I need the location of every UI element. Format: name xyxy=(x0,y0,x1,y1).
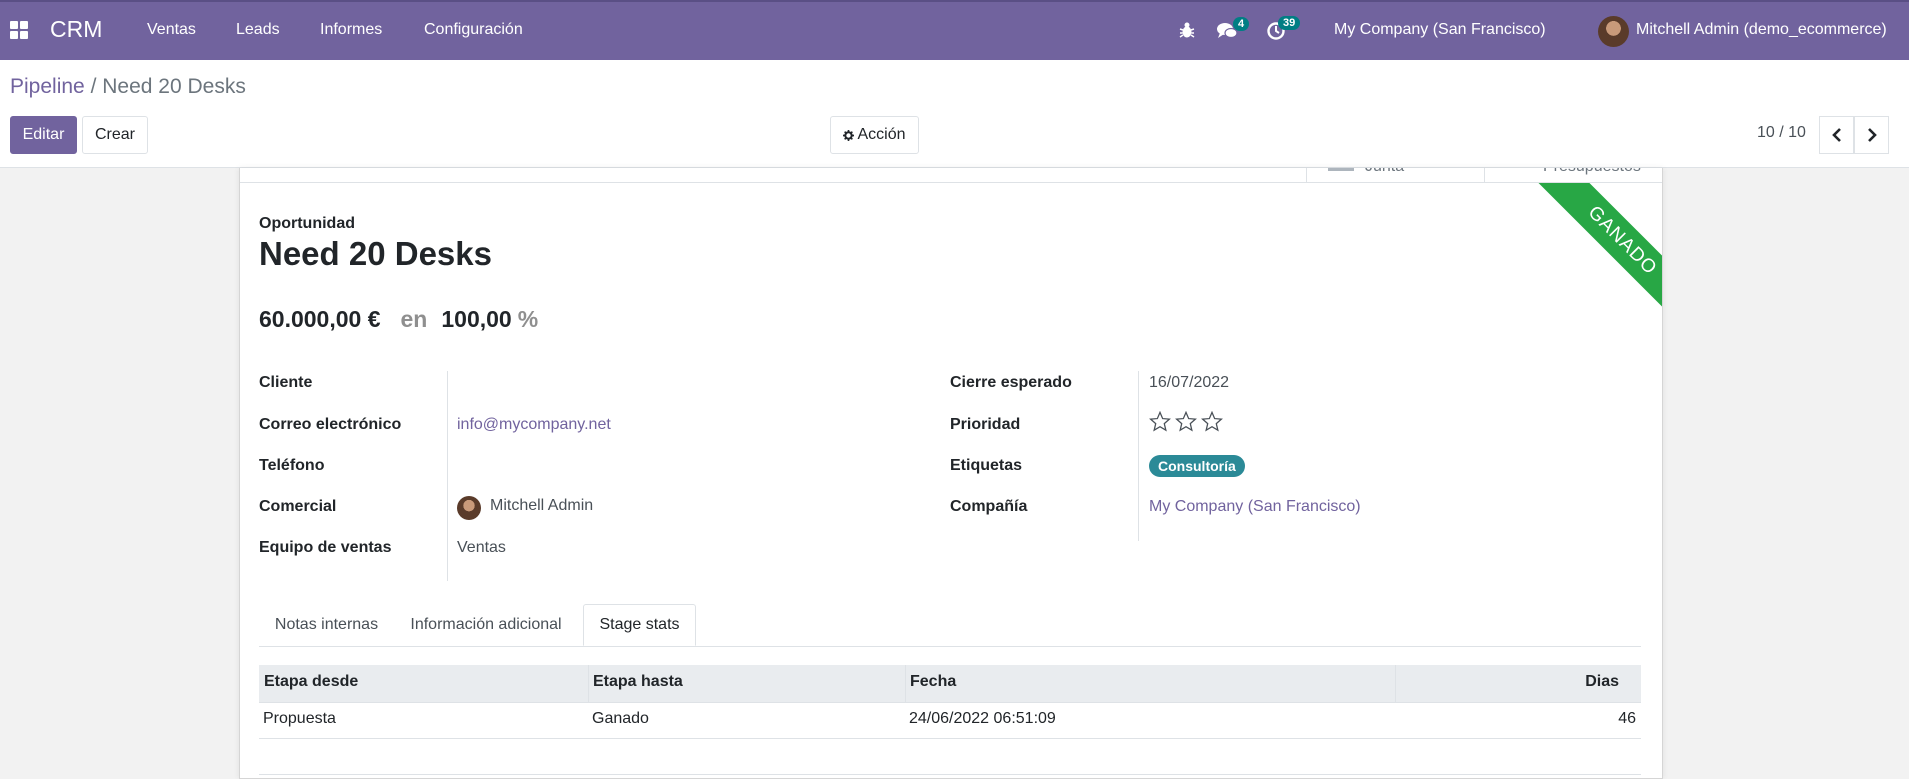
field-label-email: Correo electrónico xyxy=(259,416,402,433)
percent-label: % xyxy=(517,306,539,332)
app-brand[interactable]: CRM xyxy=(50,16,102,43)
star-icon[interactable] xyxy=(1149,411,1171,432)
user-avatar[interactable] xyxy=(1598,16,1629,47)
messages-count-badge: 4 xyxy=(1233,17,1250,31)
tab-additional-info[interactable]: Información adicional xyxy=(394,604,578,646)
chevron-right-icon xyxy=(1867,128,1877,142)
field-label-customer: Cliente xyxy=(259,374,313,391)
menu-configuracion[interactable]: Configuración xyxy=(424,21,523,39)
breadcrumb-current: Need 20 Desks xyxy=(102,75,246,98)
stat-button-quotations[interactable]: Presupuestos xyxy=(1543,168,1641,176)
breadcrumb-pipeline[interactable]: Pipeline xyxy=(10,75,85,98)
cell-date: 24/06/2022 06:51:09 xyxy=(909,710,1056,727)
star-icon[interactable] xyxy=(1175,411,1197,432)
menu-informes[interactable]: Informes xyxy=(320,21,382,39)
star-icon[interactable] xyxy=(1201,411,1223,432)
top-navbar: CRM Ventas Leads Informes Configuración … xyxy=(0,0,1909,60)
calendar-icon xyxy=(1328,168,1354,171)
apps-menu-icon[interactable] xyxy=(10,21,30,39)
pager-next-button[interactable] xyxy=(1854,116,1889,154)
tab-stage-stats[interactable]: Stage stats xyxy=(583,604,696,646)
cell-to: Ganado xyxy=(592,710,649,727)
tag-badge[interactable]: Consultoría xyxy=(1149,455,1245,477)
breadcrumb-separator: / xyxy=(90,75,97,98)
activities-count-badge: 39 xyxy=(1278,16,1301,30)
probability-value[interactable]: 100,00 xyxy=(441,306,511,333)
field-label-priority: Prioridad xyxy=(950,416,1021,433)
column-header-to[interactable]: Etapa hasta xyxy=(593,673,683,691)
expected-revenue[interactable]: 60.000,00 € xyxy=(259,306,381,333)
sales-team-field[interactable]: Ventas xyxy=(457,539,506,557)
email-field[interactable]: info@mycompany.net xyxy=(457,416,611,434)
debug-bug-icon[interactable] xyxy=(1179,21,1195,39)
menu-ventas[interactable]: Ventas xyxy=(147,21,196,39)
edit-button[interactable]: Editar xyxy=(10,116,77,154)
salesperson-field[interactable]: Mitchell Admin xyxy=(490,497,593,515)
control-panel: Pipeline / Need 20 Desks Editar Crear Ac… xyxy=(0,60,1909,168)
chevron-left-icon xyxy=(1831,128,1841,142)
revenue-probability-row: 60.000,00 € en 100,00 % xyxy=(259,306,538,333)
opportunity-name[interactable]: Need 20 Desks xyxy=(259,235,492,273)
column-header-date[interactable]: Fecha xyxy=(910,673,956,691)
breadcrumb: Pipeline / Need 20 Desks xyxy=(10,75,246,99)
table-header: Etapa desde Etapa hasta Fecha Dias xyxy=(259,665,1641,703)
won-ribbon: GANADO xyxy=(1482,183,1662,363)
field-label-tags: Etiquetas xyxy=(950,457,1023,474)
pager-previous-button[interactable] xyxy=(1819,116,1854,154)
action-button[interactable]: Acción xyxy=(830,116,919,154)
pager-value[interactable]: 10 / 10 xyxy=(1757,124,1806,142)
expected-closing-field[interactable]: 16/07/2022 xyxy=(1149,374,1229,392)
cell-days: 46 xyxy=(1618,710,1636,727)
priority-stars xyxy=(1149,411,1223,432)
column-header-from[interactable]: Etapa desde xyxy=(264,673,358,691)
stat-button-meetings[interactable]: Junta xyxy=(1365,168,1404,176)
action-button-label: Acción xyxy=(857,126,906,143)
menu-leads[interactable]: Leads xyxy=(236,21,280,39)
company-switcher[interactable]: My Company (San Francisco) xyxy=(1334,21,1546,39)
field-label-expected-closing: Cierre esperado xyxy=(950,374,1072,391)
at-label: en xyxy=(400,306,428,332)
record-kind-label: Oportunidad xyxy=(259,215,355,232)
field-label-sales-team: Equipo de ventas xyxy=(259,539,392,556)
salesperson-avatar xyxy=(457,496,481,520)
company-field[interactable]: My Company (San Francisco) xyxy=(1149,498,1361,516)
user-menu[interactable]: Mitchell Admin (demo_ecommerce) xyxy=(1636,21,1887,39)
field-label-company: Compañía xyxy=(950,498,1028,515)
field-label-phone: Teléfono xyxy=(259,457,325,474)
tab-internal-notes[interactable]: Notas internas xyxy=(259,604,394,646)
notebook-tabs: Notas internas Información adicional Sta… xyxy=(259,604,1641,647)
gear-icon xyxy=(843,129,855,141)
column-header-days[interactable]: Dias xyxy=(1585,673,1619,691)
cell-from: Propuesta xyxy=(263,710,336,727)
won-ribbon-label: GANADO xyxy=(1517,183,1662,346)
field-label-salesperson: Comercial xyxy=(259,498,337,515)
stat-buttons-strip: Junta Presupuestos xyxy=(240,168,1662,183)
create-button[interactable]: Crear xyxy=(82,116,148,154)
form-sheet: Junta Presupuestos GANADO Oportunidad Ne… xyxy=(239,168,1663,779)
